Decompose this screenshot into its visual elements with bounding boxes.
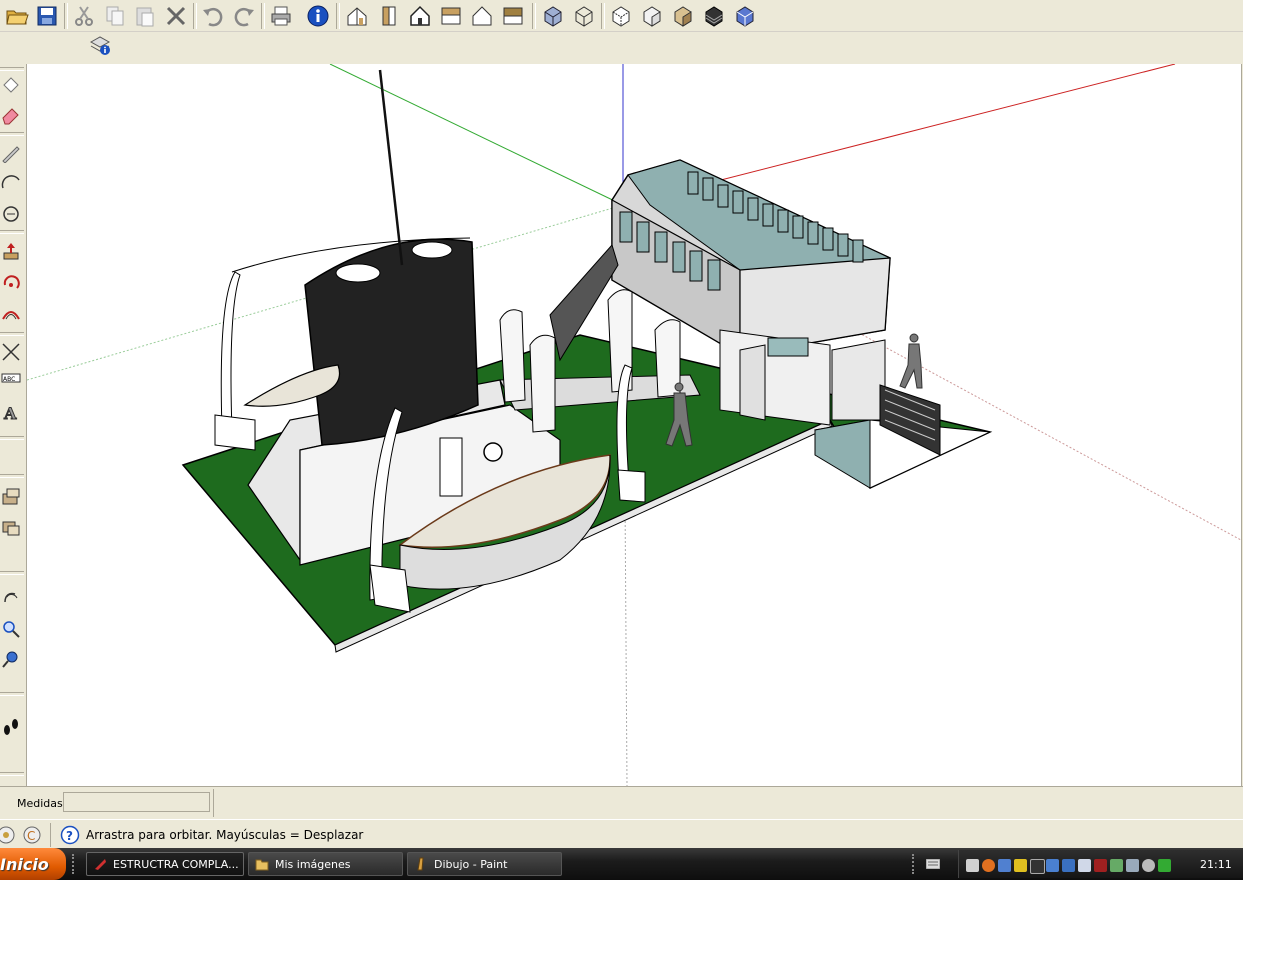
model-info-icon[interactable] (304, 2, 331, 29)
3dtext-icon[interactable]: A (0, 399, 22, 425)
select-icon[interactable] (0, 72, 22, 98)
right-view-icon[interactable] (437, 2, 464, 29)
tray-icon[interactable] (1126, 859, 1139, 872)
svg-text:A: A (3, 404, 17, 422)
svg-text:?: ? (66, 829, 73, 843)
component-icon[interactable] (0, 514, 22, 540)
hidden-line-icon[interactable] (607, 2, 634, 29)
start-button[interactable]: Inicio (0, 848, 66, 880)
xray-icon[interactable] (539, 2, 566, 29)
task-paint[interactable]: Dibujo - Paint (407, 852, 562, 876)
delete-icon[interactable] (162, 2, 189, 29)
zoom-extents-icon[interactable] (0, 646, 22, 672)
network-icon[interactable] (1078, 859, 1091, 872)
monochrome-icon[interactable] (700, 2, 727, 29)
layer-manager-icon[interactable] (86, 31, 113, 58)
measurements-input[interactable] (63, 792, 210, 812)
status-text: Arrastra para orbitar. Mayúsculas = Desp… (86, 828, 364, 842)
geo-location-icon[interactable] (0, 825, 16, 845)
section-icon[interactable] (0, 483, 22, 509)
rotate-icon[interactable] (0, 270, 22, 296)
sketchup-app-icon (95, 859, 106, 870)
standard-toolbar (0, 0, 1243, 32)
left-tool-palette: ABC A (0, 64, 27, 786)
shield-icon[interactable] (1062, 859, 1075, 872)
tray-icon[interactable] (966, 859, 979, 872)
tape-icon[interactable] (0, 339, 22, 365)
open-icon[interactable] (3, 2, 30, 29)
status-bar: C ? Arrastra para orbitar. Mayúsculas = … (0, 819, 1243, 849)
tray-icon[interactable] (982, 859, 995, 872)
drawing-viewport[interactable] (27, 64, 1242, 786)
orbit-icon[interactable] (0, 585, 22, 611)
pushpull-icon[interactable] (0, 238, 22, 264)
front-view-icon[interactable] (375, 2, 402, 29)
layers-toolbar: reppe ▼ (0, 31, 1243, 88)
iso-view-icon[interactable] (343, 2, 370, 29)
measurements-label: Medidas (17, 797, 63, 810)
print-icon[interactable] (267, 2, 294, 29)
svg-text:C: C (27, 829, 35, 843)
save-icon[interactable] (33, 2, 60, 29)
folder-icon (255, 859, 269, 871)
task-label: Dibujo - Paint (434, 858, 508, 871)
redo-icon[interactable] (230, 2, 257, 29)
task-estructura[interactable]: ESTRUCTRA COMPLA... (86, 852, 244, 876)
circle-icon[interactable] (0, 200, 22, 226)
eraser-icon[interactable] (0, 102, 22, 128)
zoom-icon[interactable] (0, 616, 22, 642)
shaded-textures-icon[interactable] (669, 2, 696, 29)
footprints-icon[interactable] (0, 714, 22, 740)
copy-icon[interactable] (101, 2, 128, 29)
pencil-icon[interactable] (0, 140, 22, 166)
tray-icon[interactable] (1046, 859, 1059, 872)
left-view-icon[interactable] (499, 2, 526, 29)
clock: 21:11 (1200, 858, 1232, 871)
back-view-icon[interactable] (468, 2, 495, 29)
start-label: Inicio (0, 855, 49, 874)
credits-icon[interactable]: C (22, 825, 42, 845)
ship-model-scene (27, 64, 1241, 786)
tray-icon[interactable] (1030, 859, 1045, 874)
taskbar: Inicio ESTRUCTRA COMPLA... Mis imágenes … (0, 848, 1243, 880)
shield-icon[interactable] (1014, 859, 1027, 872)
tray-icon[interactable] (1110, 859, 1123, 872)
house-top-icon[interactable] (406, 2, 433, 29)
shaded-icon[interactable] (638, 2, 665, 29)
wireframe-icon[interactable] (570, 2, 597, 29)
paint-icon (417, 857, 424, 871)
task-label: Mis imágenes (275, 858, 351, 871)
text-icon[interactable]: ABC (0, 367, 22, 393)
svg-text:ABC: ABC (3, 376, 15, 383)
sketchup-window: reppe ▼ ABC A (0, 0, 1243, 880)
offset-icon[interactable] (0, 300, 22, 326)
tray-icon[interactable] (1158, 859, 1171, 872)
keyboard-icon[interactable] (926, 859, 940, 869)
mast (378, 69, 404, 266)
help-icon[interactable]: ? (60, 825, 80, 845)
task-label: ESTRUCTRA COMPLA... (113, 858, 239, 871)
speaker-icon[interactable] (1142, 859, 1155, 872)
tray-icon[interactable] (998, 859, 1011, 872)
funnel (304, 238, 479, 446)
task-mis-imagenes[interactable]: Mis imágenes (248, 852, 403, 876)
paste-icon[interactable] (131, 2, 158, 29)
box-icon[interactable] (731, 2, 758, 29)
cut-icon[interactable] (70, 2, 97, 29)
person-figure (899, 333, 923, 389)
measurements-bar: Medidas (0, 786, 1243, 819)
undo-icon[interactable] (199, 2, 226, 29)
green-axis (329, 64, 624, 206)
arc-icon[interactable] (0, 170, 22, 196)
tray-icon[interactable] (1094, 859, 1107, 872)
